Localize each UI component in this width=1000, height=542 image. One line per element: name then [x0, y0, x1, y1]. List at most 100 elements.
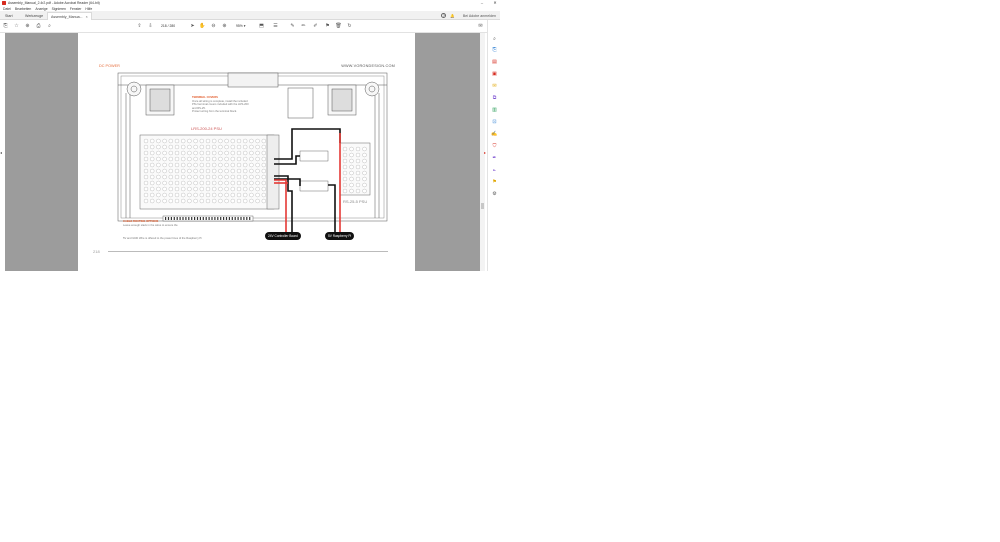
fill-sign-icon[interactable]: ✍ — [491, 131, 498, 138]
measure-icon[interactable]: ⟀ — [491, 167, 498, 174]
vent-hole — [205, 192, 211, 198]
vent-hole — [255, 186, 260, 192]
vent-hole — [230, 162, 235, 168]
scroll-mode-icon[interactable]: ☰ — [272, 23, 279, 30]
main-psu-label: LRS-200-24 PSU — [191, 126, 222, 131]
menu-window[interactable]: Fenster — [70, 7, 82, 11]
protect-icon[interactable]: ⛉ — [491, 143, 498, 150]
organize-pages-icon[interactable]: ▥ — [491, 107, 498, 114]
select-cursor-icon[interactable]: ➤ — [189, 23, 196, 30]
vent-hole — [224, 192, 229, 198]
vent-hole — [162, 144, 167, 150]
vent-hole — [349, 146, 354, 152]
vent-hole — [224, 174, 229, 180]
edit-pdf-icon[interactable]: ▤ — [491, 59, 498, 66]
vent-hole — [230, 168, 235, 174]
vent-hole — [212, 156, 217, 162]
vent-hole — [255, 174, 260, 180]
vent-hole — [205, 198, 211, 204]
share-icon[interactable]: ⊕ — [24, 23, 31, 30]
vent-hole — [362, 176, 367, 182]
notification-bell-icon[interactable]: 🔔 — [450, 14, 454, 18]
search-icon[interactable]: ⌕ — [46, 23, 53, 30]
vent-hole — [261, 180, 266, 186]
vent-hole — [199, 156, 204, 162]
create-icon[interactable]: ⎘ — [2, 23, 9, 30]
vent-hole — [236, 174, 242, 180]
search-tool-icon[interactable]: ⌕ — [491, 36, 498, 43]
vent-hole — [187, 186, 192, 192]
document-viewport[interactable]: DC POWER WWW.VORONDESIGN.COM LRS-200-24 … — [5, 33, 480, 271]
comment-tool-icon[interactable]: ✉ — [491, 83, 498, 90]
scrollbar-thumb[interactable] — [481, 203, 484, 209]
combine-files-icon[interactable]: ⧉ — [491, 95, 498, 102]
vent-hole — [193, 144, 198, 150]
motor-left — [126, 81, 175, 116]
vent-hole — [162, 174, 167, 180]
vent-hole — [212, 180, 217, 186]
stamp-tool-icon[interactable]: ⚑ — [491, 179, 498, 186]
hand-tool-icon[interactable]: ✋ — [199, 23, 206, 30]
compress-icon[interactable]: ⊡ — [491, 119, 498, 126]
export-pdf-icon[interactable]: ⎘ — [491, 47, 498, 54]
vent-hole — [150, 156, 155, 162]
page-fit-icon[interactable]: ⬒ — [258, 23, 265, 30]
vent-hole — [168, 174, 173, 180]
vent-hole — [355, 188, 361, 194]
page-up-icon[interactable]: ⇧ — [136, 23, 143, 30]
page-number-box[interactable]: 218 / 280 — [161, 24, 175, 28]
tab-document[interactable]: Assembly_Manua... × — [47, 12, 92, 20]
vent-hole — [349, 182, 354, 188]
vent-hole — [174, 192, 180, 198]
zoom-value: 95% — [236, 24, 243, 28]
menu-sign[interactable]: Signieren — [52, 7, 66, 11]
comment-icon[interactable]: ✎ — [289, 23, 296, 30]
menu-file[interactable]: Datei — [3, 7, 11, 11]
mail-icon[interactable]: ✉ — [477, 23, 484, 30]
page-number-input[interactable]: 218 — [161, 24, 167, 28]
vent-hole — [342, 182, 348, 188]
vent-hole — [261, 168, 266, 174]
zoom-out-icon[interactable]: ⊖ — [210, 23, 217, 30]
draw-icon[interactable]: ✐ — [312, 23, 319, 30]
zoom-in-icon[interactable]: ⊕ — [221, 23, 228, 30]
vent-hole — [255, 168, 260, 174]
tab-tools[interactable]: Werkzeuge — [22, 12, 46, 20]
create-pdf-icon[interactable]: ▣ — [491, 71, 498, 78]
vent-hole — [249, 180, 254, 186]
vent-hole — [143, 192, 149, 198]
vent-hole — [143, 162, 149, 168]
vent-hole — [212, 138, 217, 144]
menu-edit[interactable]: Bearbeiten — [15, 7, 31, 11]
vent-hole — [193, 162, 198, 168]
vent-hole — [230, 174, 235, 180]
zoom-select[interactable]: 95% ▾ — [236, 24, 245, 28]
vent-hole — [230, 144, 235, 150]
sign-in-link[interactable]: Bei Adobe anmelden — [463, 14, 496, 18]
vent-hole — [181, 168, 186, 174]
stamp-icon[interactable]: ⚑ — [324, 23, 331, 30]
vent-hole — [187, 156, 192, 162]
menu-view[interactable]: Anzeige — [35, 7, 47, 11]
vent-hole — [255, 138, 260, 144]
vent-hole — [236, 186, 242, 192]
rotate-icon[interactable]: ↻ — [346, 23, 353, 30]
acrobat-window: Assembly_Manual_2.4r2.pdf - Adobe Acroba… — [0, 0, 500, 271]
bookmark-star-icon[interactable]: ☆ — [13, 23, 20, 30]
help-icon[interactable]: ? — [441, 13, 447, 18]
vent-hole — [243, 198, 248, 204]
vent-hole — [187, 138, 192, 144]
print-icon[interactable]: ⎙ — [35, 23, 42, 30]
highlight-pen-icon[interactable]: ✏ — [300, 23, 307, 30]
vent-hole — [218, 180, 223, 186]
send-sign-icon[interactable]: ✒ — [491, 155, 498, 162]
more-tools-icon[interactable]: ⚙ — [491, 191, 498, 198]
vent-hole — [224, 144, 229, 150]
page-down-icon[interactable]: ⇩ — [147, 23, 154, 30]
close-tab-icon[interactable]: × — [86, 15, 88, 19]
menu-help[interactable]: Hilfe — [85, 7, 92, 11]
delete-icon[interactable]: 🗑 — [335, 23, 342, 30]
tab-start[interactable]: Start — [2, 12, 16, 20]
vent-hole — [349, 158, 354, 164]
vent-hole — [156, 162, 161, 168]
